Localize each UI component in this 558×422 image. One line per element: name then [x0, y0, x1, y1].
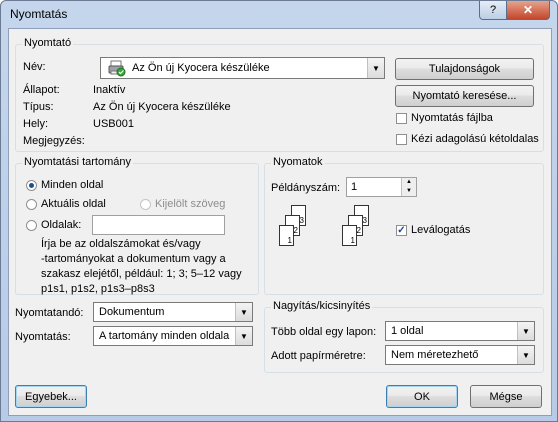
current-page-label: Aktuális oldal — [41, 198, 106, 210]
print-what-label: Nyomtatandó: — [15, 307, 84, 319]
options-button[interactable]: Egyebek... — [15, 385, 87, 408]
all-pages-label: Minden oldal — [41, 179, 104, 191]
checkmark-icon: ✓ — [397, 225, 406, 236]
scale-value: Nem méretezhető — [391, 349, 479, 361]
current-page-radio[interactable] — [26, 199, 37, 210]
spin-down-icon[interactable]: ▼ — [402, 187, 416, 196]
print-select[interactable]: A tartomány minden oldala ▼ — [93, 326, 253, 346]
print-value: A tartomány minden oldala — [99, 330, 230, 342]
where-value: USB001 — [93, 118, 134, 130]
selection-radio[interactable] — [140, 199, 151, 210]
pages-per-sheet-label: Több oldal egy lapon: — [271, 326, 377, 338]
type-label: Típus: — [23, 101, 54, 113]
printer-icon — [108, 60, 126, 80]
print-to-file-label: Nyomtatás fájlba — [411, 112, 493, 124]
help-button[interactable]: ? — [479, 1, 507, 20]
printer-name-value: Az Ön új Kyocera készüléke — [132, 62, 270, 74]
help-icon: ? — [489, 4, 497, 16]
type-value: Az Ön új Kyocera készüléke — [93, 101, 231, 113]
chevron-down-icon[interactable]: ▼ — [235, 327, 252, 345]
all-pages-radio[interactable] — [26, 180, 37, 191]
pages-per-sheet-value: 1 oldal — [391, 325, 424, 337]
properties-button[interactable]: Tulajdonságok — [395, 58, 534, 80]
collate-illustration: 3 2 1 3 2 1 — [271, 205, 391, 261]
copies-input[interactable]: 1 ▲ ▼ — [346, 177, 417, 197]
scale-label: Adott papírméretre: — [271, 350, 366, 362]
where-label: Hely: — [23, 118, 49, 130]
pages-radio[interactable] — [26, 220, 37, 231]
manual-duplex-label: Kézi adagolású kétoldalas — [411, 133, 539, 145]
status-value: Inaktív — [93, 84, 126, 96]
chevron-down-icon[interactable]: ▼ — [235, 303, 252, 321]
copies-label: Példányszám: — [271, 182, 341, 194]
collate-page: 1 — [342, 225, 357, 246]
spin-up-icon[interactable]: ▲ — [402, 178, 416, 187]
chevron-down-icon[interactable]: ▼ — [367, 58, 384, 78]
pages-label: Oldalak: — [41, 219, 82, 231]
ok-button[interactable]: OK — [386, 385, 458, 408]
print-what-value: Dokumentum — [99, 306, 165, 318]
print-to-file-checkbox[interactable] — [396, 113, 407, 124]
dialog-title: Nyomtatás — [10, 7, 68, 21]
copies-value: 1 — [351, 181, 358, 193]
chevron-down-icon[interactable]: ▼ — [517, 346, 534, 364]
dialog-body: Nyomtató Név: Az Ön új Kyocera készüléke… — [8, 28, 552, 416]
printer-legend: Nyomtató — [22, 37, 74, 49]
chevron-down-icon[interactable]: ▼ — [517, 322, 534, 340]
collate-label: Leválogatás — [411, 224, 471, 236]
page-range-hint: Írja be az oldalszámokat és/vagy -tartom… — [41, 238, 242, 295]
close-button[interactable]: ✕ — [506, 1, 550, 20]
collate-checkbox[interactable]: ✓ — [396, 225, 407, 236]
selection-label: Kijelölt szöveg — [155, 198, 226, 210]
comment-label: Megjegyzés: — [23, 135, 85, 147]
pages-input[interactable] — [92, 215, 225, 235]
copies-legend: Nyomatok — [271, 156, 325, 168]
printer-name-label: Név: — [23, 61, 46, 73]
close-icon: ✕ — [522, 3, 534, 17]
status-label: Állapot: — [23, 84, 60, 96]
zoom-legend: Nagyítás/kicsinyítés — [271, 300, 373, 312]
copies-spinner[interactable]: ▲ ▼ — [401, 178, 416, 196]
print-what-select[interactable]: Dokumentum ▼ — [93, 302, 253, 322]
find-printer-button[interactable]: Nyomtató keresése... — [395, 85, 534, 107]
pages-per-sheet-select[interactable]: 1 oldal ▼ — [385, 321, 535, 341]
print-dialog: Nyomtatás ? ✕ Nyomtató Név: Az Ön új Kyo… — [0, 0, 558, 422]
collate-page: 1 — [279, 225, 294, 246]
printer-name-select[interactable]: Az Ön új Kyocera készüléke ▼ — [100, 57, 385, 79]
scale-select[interactable]: Nem méretezhető ▼ — [385, 345, 535, 365]
manual-duplex-checkbox[interactable] — [396, 134, 407, 145]
page-range-legend: Nyomtatási tartomány — [22, 156, 133, 168]
print-label: Nyomtatás: — [15, 331, 71, 343]
title-bar: Nyomtatás ? ✕ — [1, 1, 557, 27]
cancel-button[interactable]: Mégse — [470, 385, 542, 408]
